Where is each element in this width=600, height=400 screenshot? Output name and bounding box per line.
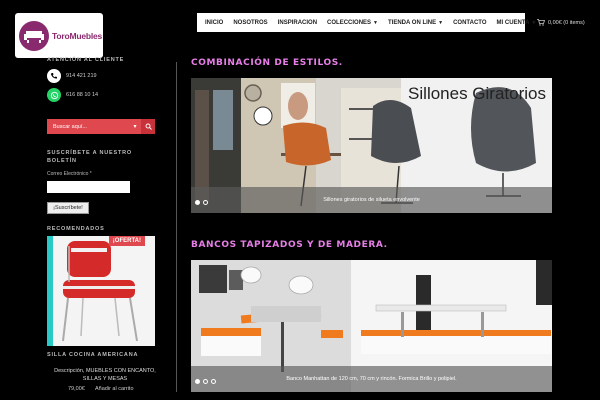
email-field[interactable] xyxy=(47,181,130,193)
nav-item-tienda[interactable]: TIENDA ON LINE ▼ xyxy=(383,20,448,26)
offer-badge: ¡OFERTA! xyxy=(108,236,145,246)
whatsapp-contact[interactable]: 616 88 10 14 xyxy=(47,88,98,102)
red-chair-image xyxy=(53,236,155,346)
nav-item-colecciones[interactable]: COLECCIONES ▼ xyxy=(322,20,383,26)
whatsapp-number: 616 88 10 14 xyxy=(66,92,99,98)
logo-text: ToroMuebles xyxy=(52,30,103,41)
slider-dots xyxy=(195,379,216,384)
email-label: Correo Electrónico * xyxy=(47,171,92,177)
whatsapp-icon xyxy=(47,88,61,102)
slide-caption: Sillones giratorios de silueta envolvent… xyxy=(191,187,552,213)
slider-dot[interactable] xyxy=(211,379,216,384)
sofa-icon xyxy=(19,20,49,51)
nav-item-mi-cuenta[interactable]: MI CUENTA ▼ xyxy=(492,20,542,26)
phone-number: 914 421 219 xyxy=(66,73,97,79)
caret-down-icon: ▼ xyxy=(531,19,537,26)
slider-dot[interactable] xyxy=(203,200,208,205)
newsletter-title: SUSCRÍBETE A NUESTRO BOLETÍN xyxy=(47,150,132,164)
nav-item-nosotros[interactable]: NOSOTROS xyxy=(228,20,272,26)
section-title-estilos: COMBINACIÓN DE ESTILOS. xyxy=(191,58,343,68)
nav-item-contacto[interactable]: CONTACTO xyxy=(448,20,491,26)
search-input[interactable] xyxy=(47,119,129,134)
cart-total: 0,00€ (0 items) xyxy=(548,19,585,26)
slider-dot[interactable] xyxy=(195,379,200,384)
caret-down-icon: ▼ xyxy=(438,19,444,26)
recommended-title: RECOMENDADOS xyxy=(47,226,105,232)
contact-title: ATENCIÓN AL CLIENTE xyxy=(47,57,125,63)
slider-sillones[interactable]: Sillones Giratorios Sillones giratorios … xyxy=(191,78,552,213)
product-image[interactable]: ¡OFERTA! xyxy=(47,236,155,346)
nav-item-inicio[interactable]: INICIO xyxy=(200,20,228,26)
cart-icon xyxy=(537,19,545,26)
column-divider xyxy=(176,62,177,392)
nav-item-inspiracion[interactable]: INSPIRACION xyxy=(273,20,322,26)
product-price: 79,00€ xyxy=(68,386,85,392)
slider-dot[interactable] xyxy=(195,200,200,205)
phone-contact[interactable]: 914 421 219 xyxy=(47,69,97,83)
caret-down-icon: ▼ xyxy=(373,19,378,26)
site-logo[interactable]: ToroMuebles xyxy=(15,13,103,58)
search-button[interactable] xyxy=(141,119,155,134)
search-icon xyxy=(145,123,152,130)
slider-dot[interactable] xyxy=(203,379,208,384)
subscribe-button[interactable]: ¡Suscríbete! xyxy=(47,202,89,214)
slider-bancos[interactable]: Banco Manhattan de 120 cm, 70 cm y rincó… xyxy=(191,260,552,392)
phone-icon xyxy=(47,69,61,83)
section-title-bancos: BANCOS TAPIZADOS Y DE MADERA. xyxy=(191,240,388,250)
chevron-down-icon[interactable]: ▾ xyxy=(129,123,141,130)
product-title: SILLA COCINA AMERICANA xyxy=(47,352,139,358)
slide-heading: Sillones Giratorios xyxy=(408,84,546,103)
slider-dots xyxy=(195,200,208,205)
search-box: ▾ xyxy=(47,119,155,134)
main-nav: INICIO NOSOTROS INSPIRACION COLECCIONES ▼… xyxy=(197,13,536,32)
cart-link[interactable]: 0,00€ (0 items) xyxy=(537,19,585,26)
product-description[interactable]: Descripción, MUEBLES CON ENCANTO, SILLAS… xyxy=(52,367,158,383)
slide-caption: Banco Manhattan de 120 cm, 70 cm y rincó… xyxy=(191,366,552,392)
add-to-cart-button[interactable]: Añadir al carrito xyxy=(95,386,134,392)
